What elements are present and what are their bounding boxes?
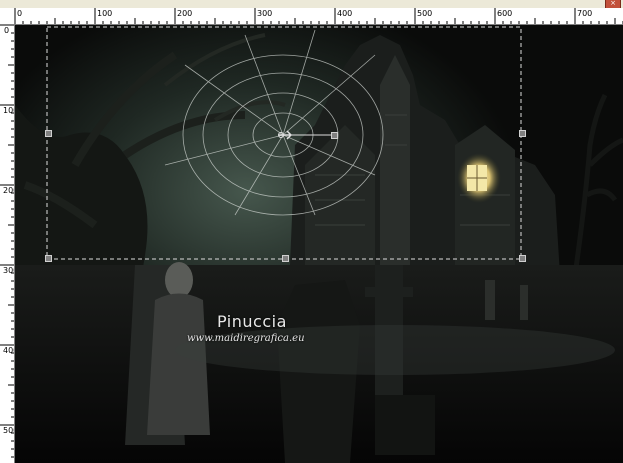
horizontal-ruler[interactable]: 0 100 200 300 400 500 600 700 <box>14 8 623 25</box>
ruler-label-500: 500 <box>417 9 433 18</box>
ruler-label-100: 100 <box>97 9 113 18</box>
selection-overlay <box>46 26 522 260</box>
vertical-ruler[interactable]: 0 100 200 300 400 500 <box>0 24 15 463</box>
watermark-url: www.maidiregrafica.eu <box>187 333 305 344</box>
selection-handle-bottom[interactable] <box>282 255 289 262</box>
ruler-label-600: 600 <box>497 9 513 18</box>
rotation-handle[interactable] <box>331 132 338 139</box>
watermark-name: Pinuccia <box>217 312 287 331</box>
ruler-label-400: 400 <box>337 9 353 18</box>
ruler-vlabel-300: 300 <box>3 266 14 275</box>
ruler-label-0: 0 <box>17 9 23 18</box>
vertical-ruler-ticks <box>0 24 14 458</box>
selection-handle-right[interactable] <box>519 130 526 137</box>
ruler-vlabel-200: 200 <box>3 186 14 195</box>
ruler-vlabel-100: 100 <box>3 106 14 115</box>
ruler-vlabel-0: 0 <box>3 26 10 35</box>
ruler-vlabel-400: 400 <box>3 346 14 355</box>
selection-handle-bottom-right[interactable] <box>519 255 526 262</box>
ruler-corner <box>0 8 15 25</box>
ruler-label-300: 300 <box>257 9 273 18</box>
image-canvas[interactable]: Pinuccia www.maidiregrafica.eu <box>15 25 623 463</box>
ruler-label-200: 200 <box>177 9 193 18</box>
move-cursor-icon[interactable] <box>277 129 293 141</box>
ruler-label-700: 700 <box>577 9 593 18</box>
ruler-vlabel-500: 500 <box>3 426 14 435</box>
selection-handle-left[interactable] <box>45 130 52 137</box>
selection-handle-bottom-left[interactable] <box>45 255 52 262</box>
